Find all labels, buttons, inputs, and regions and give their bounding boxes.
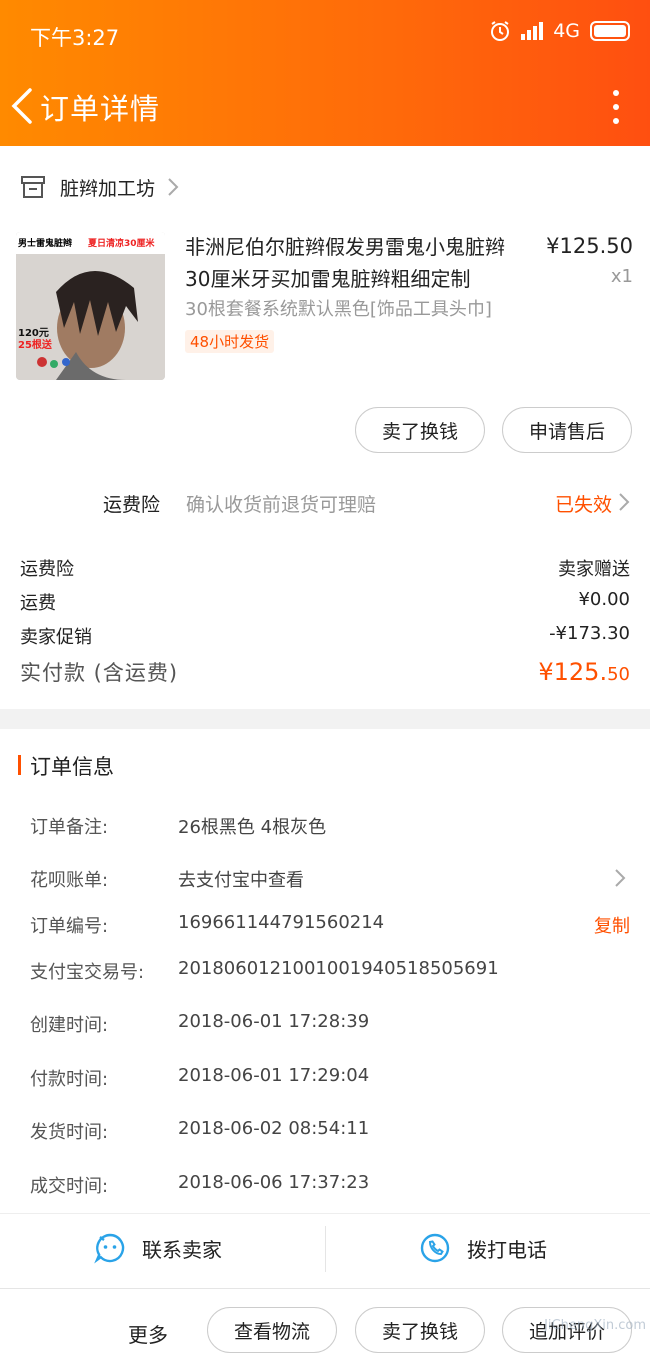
thumb-text-price: 120元 [18, 327, 49, 339]
insurance-label: 运费险 [103, 494, 161, 516]
total-label: 实付款 (含运费) [20, 661, 179, 685]
info-label: 付款时间: [30, 1069, 109, 1090]
status-icons: 4G [489, 20, 630, 42]
network-label: 4G [553, 20, 580, 42]
info-label: 订单备注: [30, 817, 109, 838]
info-row-paid: 付款时间: 2018-06-01 17:29:04 [30, 1065, 630, 1091]
app-header: 下午3:27 4G 订单详情 [0, 0, 650, 146]
info-value: 26根黑色 4根灰色 [178, 817, 327, 838]
resell-button[interactable]: 卖了换钱 [355, 1307, 485, 1353]
shop-name: 脏辫加工坊 [60, 177, 156, 200]
status-time: 下午3:27 [30, 26, 120, 50]
shipping-tag: 48小时发货 [185, 330, 275, 353]
copy-button[interactable]: 复制 [594, 912, 630, 938]
contact-bar: 联系卖家 拨打电话 [0, 1213, 650, 1285]
thumb-text-top-left: 男士雷鬼脏辫 [18, 237, 72, 249]
section-accent-bar [18, 755, 21, 775]
product-thumbnail[interactable]: 男士雷鬼脏辫 夏日清凉30厘米 120元 25根送 [16, 232, 165, 380]
insurance-status[interactable]: 已失效 [555, 490, 612, 517]
signal-icon [521, 22, 544, 40]
order-info-section: 订单信息 订单备注: 26根黑色 4根灰色 花呗账单: 去支付宝中查看 订单编号… [0, 729, 650, 1288]
total-amount: ¥125.50 [538, 658, 630, 686]
info-label: 成交时间: [30, 1176, 109, 1197]
product-title[interactable]: 非洲尼伯尔脏辫假发男雷鬼小鬼脏辫30厘米牙买加雷鬼脏辫粗细定制 [185, 231, 525, 295]
fee-label: 运费险 [20, 559, 74, 580]
thumb-text-top-right: 夏日清凉30厘米 [87, 237, 156, 249]
info-value: 169661144791560214 [178, 912, 385, 933]
order-card: 脏辫加工坊 男士雷鬼脏辫 夏日清凉30厘米 120元 25根送 非洲尼伯尔脏辫假… [0, 146, 650, 709]
chevron-right-icon [615, 869, 626, 887]
after-sale-button[interactable]: 申请售后 [502, 407, 632, 453]
info-row-alipay-no: 支付宝交易号: 2018060121001001940518505691 [30, 958, 630, 984]
total-main: ¥125. [538, 658, 608, 686]
insurance-desc: 确认收货前退货可理赔 [186, 494, 377, 516]
info-value: 2018-06-01 17:29:04 [178, 1065, 370, 1086]
info-label: 支付宝交易号: [30, 962, 145, 983]
info-value: 2018060121001001940518505691 [178, 958, 499, 979]
info-row-huabei[interactable]: 花呗账单: 去支付宝中查看 [30, 866, 630, 892]
info-row-remark: 订单备注: 26根黑色 4根灰色 [30, 813, 630, 839]
fee-value: ¥0.00 [578, 589, 630, 610]
more-button[interactable]: 更多 [128, 1319, 168, 1348]
call-label: 拨打电话 [467, 1237, 547, 1262]
back-arrow-icon[interactable] [10, 86, 34, 126]
chat-face-icon [94, 1233, 125, 1264]
phone-icon [420, 1233, 450, 1263]
order-info-title: 订单信息 [30, 755, 114, 779]
info-label: 订单编号: [30, 916, 109, 937]
page-title: 订单详情 [40, 92, 161, 126]
fee-label: 卖家促销 [20, 627, 92, 648]
alarm-icon [491, 21, 510, 41]
total-row: 实付款 (含运费) ¥125.50 [20, 657, 630, 687]
info-row-order-no: 订单编号: 169661144791560214 复制 [30, 912, 630, 938]
shop-icon [21, 176, 45, 198]
info-row-shipped: 发货时间: 2018-06-02 08:54:11 [30, 1118, 630, 1144]
fee-row: 卖家促销 -¥173.30 [20, 623, 630, 649]
contact-seller-button[interactable]: 联系卖家 [94, 1232, 222, 1264]
info-value: 2018-06-02 08:54:11 [178, 1118, 370, 1139]
info-label: 创建时间: [30, 1015, 109, 1036]
contact-seller-label: 联系卖家 [142, 1237, 222, 1262]
fee-row: 运费险 卖家赠送 [20, 555, 630, 581]
info-label: 花呗账单: [30, 870, 109, 891]
fee-row: 运费 ¥0.00 [20, 589, 630, 615]
chevron-right-icon [168, 178, 179, 196]
info-row-completed: 成交时间: 2018-06-06 17:37:23 [30, 1172, 630, 1198]
fee-value: 卖家赠送 [558, 559, 630, 580]
info-value: 2018-06-06 17:37:23 [178, 1172, 370, 1193]
call-button[interactable]: 拨打电话 [419, 1232, 547, 1264]
info-row-created: 创建时间: 2018-06-01 17:28:39 [30, 1011, 630, 1037]
product-quantity: x1 [610, 266, 633, 287]
thumb-text-count: 25根送 [18, 338, 53, 351]
fee-value: -¥173.30 [549, 623, 630, 644]
shop-row[interactable]: 脏辫加工坊 [20, 172, 179, 202]
info-label: 发货时间: [30, 1122, 109, 1143]
info-value: 去支付宝中查看 [178, 870, 304, 891]
fee-label: 运费 [20, 593, 56, 614]
divider [325, 1226, 326, 1272]
chevron-right-icon[interactable] [618, 492, 630, 512]
more-menu-icon[interactable] [612, 90, 620, 124]
battery-icon [590, 21, 630, 41]
product-sku: 30根套餐系统默认黑色[饰品工具头巾] [185, 299, 492, 320]
total-cents: 50 [607, 664, 630, 685]
view-logistics-button[interactable]: 查看物流 [207, 1307, 337, 1353]
resell-button[interactable]: 卖了换钱 [355, 407, 485, 453]
watermark: JiChengXin.com [544, 1318, 646, 1333]
product-price: ¥125.50 [546, 234, 633, 258]
info-value: 2018-06-01 17:28:39 [178, 1011, 370, 1032]
